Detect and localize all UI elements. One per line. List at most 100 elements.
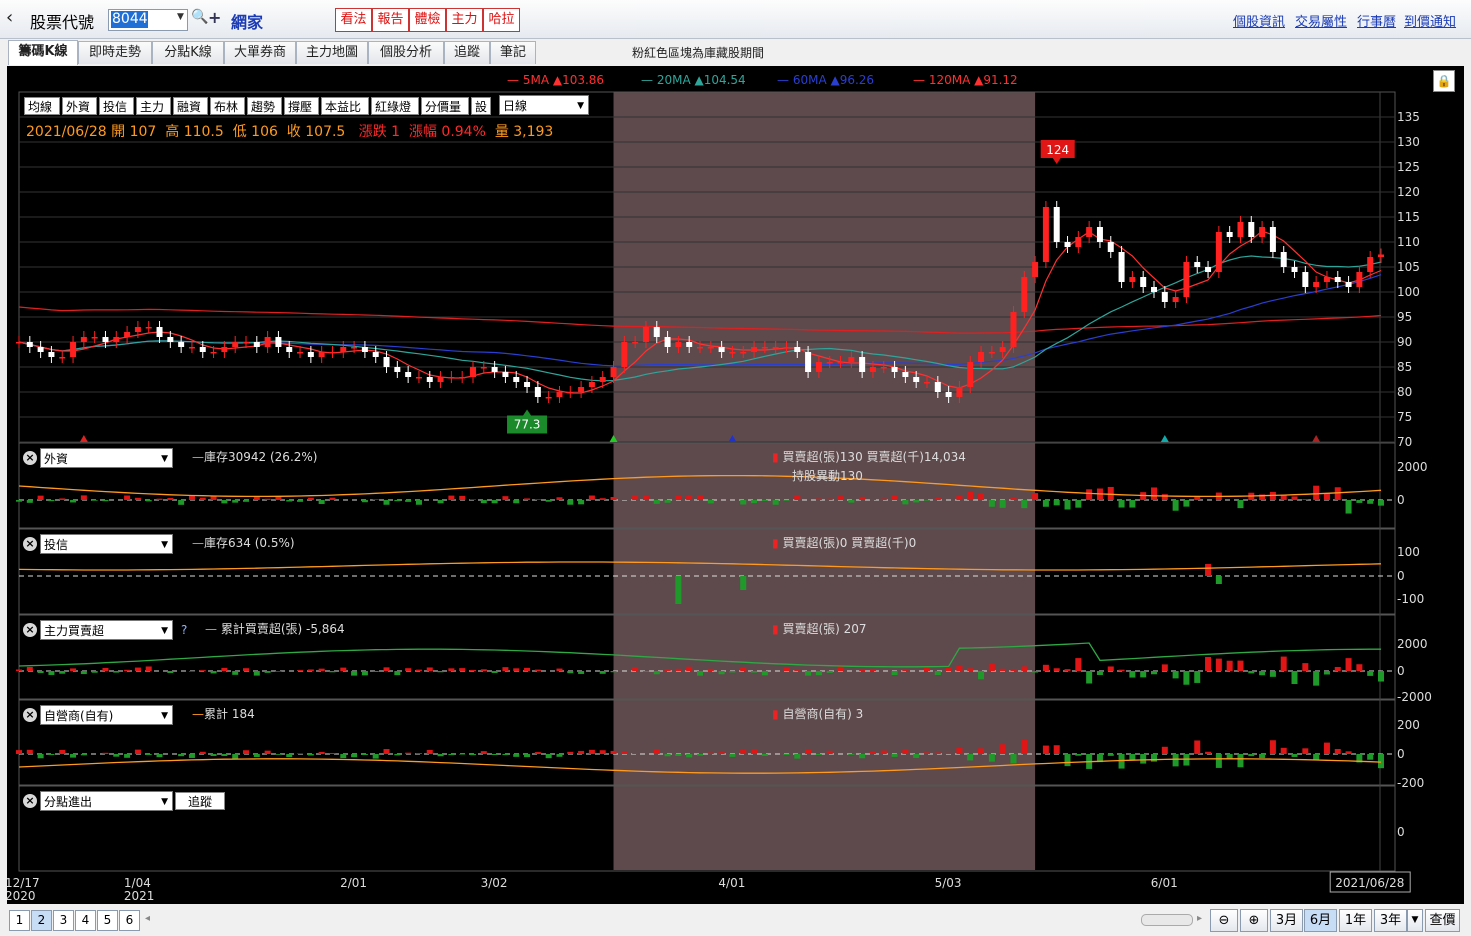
tab-track[interactable]: 追蹤 bbox=[444, 41, 490, 64]
high-label-text: 124 bbox=[1046, 143, 1069, 157]
stock-code-input[interactable]: 8044 bbox=[111, 11, 148, 28]
page-5-button[interactable]: 5 bbox=[97, 910, 118, 931]
candle-body bbox=[221, 347, 228, 352]
chart-area[interactable]: 70 75 80 85 90 95 100 105 110 115 120 125 130 135 124 7… bbox=[7, 66, 1464, 904]
candle-body bbox=[1378, 254, 1384, 257]
foreign-select[interactable]: 外資 ▼ bbox=[40, 448, 173, 468]
toolbar-button[interactable]: 均線 bbox=[24, 97, 60, 115]
search-icon[interactable]: 🔍 bbox=[191, 9, 208, 25]
close-trust-icon[interactable]: × bbox=[23, 537, 37, 551]
page-4-button[interactable]: 4 bbox=[75, 910, 96, 931]
range-1y-button[interactable]: 1年 bbox=[1339, 909, 1372, 932]
candle-body bbox=[718, 347, 725, 352]
tab-big-broker[interactable]: 大單券商 bbox=[224, 41, 296, 64]
sub-bar bbox=[1161, 746, 1168, 754]
help-icon[interactable]: ? bbox=[181, 623, 187, 637]
toolbar-button[interactable]: 撐壓 bbox=[284, 97, 319, 115]
add-icon[interactable]: + bbox=[208, 8, 221, 27]
sub-bar bbox=[16, 500, 22, 502]
sub-bar bbox=[751, 500, 758, 504]
page-2-button[interactable]: 2 bbox=[31, 910, 52, 931]
sub-bar bbox=[524, 754, 531, 758]
toolbar-button[interactable]: 趨勢 bbox=[247, 97, 282, 115]
candle-body bbox=[470, 367, 476, 377]
view-button[interactable]: 看法 bbox=[335, 8, 372, 32]
price-chart-svg[interactable]: 70 75 80 85 90 95 100 105 110 115 120 125 130 135 124 7… bbox=[7, 66, 1464, 904]
period-select[interactable]: 日線 ▼ bbox=[499, 95, 589, 115]
range-6m-button[interactable]: 6月 bbox=[1304, 909, 1337, 932]
price-tick-label: 105 bbox=[1397, 260, 1420, 274]
close-dealer-icon[interactable]: × bbox=[23, 708, 37, 722]
page-1-button[interactable]: 1 bbox=[9, 910, 30, 931]
back-arrow-icon[interactable]: ‹ bbox=[6, 8, 13, 28]
hala-button[interactable]: 哈拉 bbox=[483, 8, 520, 32]
range-3y-button[interactable]: 3年 bbox=[1374, 909, 1407, 932]
page-3-button[interactable]: 3 bbox=[53, 910, 74, 931]
sub-bar bbox=[956, 665, 963, 671]
scroll-left-icon[interactable]: ◂ bbox=[145, 913, 150, 924]
toolbar-button[interactable]: 本益比 bbox=[321, 97, 369, 115]
sub-bar bbox=[80, 495, 87, 500]
candle-body bbox=[1118, 252, 1125, 282]
query-button[interactable]: 查價 bbox=[1425, 909, 1460, 932]
toolbar-button[interactable]: 融資 bbox=[173, 97, 208, 115]
toolbar-button[interactable]: 投信 bbox=[99, 97, 134, 115]
close-foreign-icon[interactable]: × bbox=[23, 451, 37, 465]
close-branch-icon[interactable]: × bbox=[23, 794, 37, 808]
zoom-out-icon[interactable]: ⊖ bbox=[1210, 909, 1238, 932]
toolbar-button[interactable]: 主力 bbox=[136, 97, 171, 115]
toolbar-button[interactable]: 分價量 bbox=[421, 97, 469, 115]
branch-select[interactable]: 分點進出 ▼ bbox=[40, 791, 173, 811]
tab-branch-kline[interactable]: 分點K線 bbox=[152, 41, 224, 64]
tab-notes[interactable]: 筆記 bbox=[490, 41, 536, 64]
major-select[interactable]: 主力買賣超 ▼ bbox=[40, 620, 173, 640]
tab-major-map[interactable]: 主力地圖 bbox=[296, 41, 368, 64]
dealer-info: ▮ 自營商(自有) 3 bbox=[772, 707, 864, 721]
close-major-icon[interactable]: × bbox=[23, 623, 37, 637]
candle-body bbox=[599, 377, 606, 382]
sub-tick-label: 0 bbox=[1397, 825, 1405, 839]
toolbar-button[interactable]: 設 bbox=[471, 97, 491, 115]
sub-bar bbox=[1205, 656, 1212, 671]
sub-bar bbox=[210, 754, 217, 756]
price-tick-label: 135 bbox=[1397, 110, 1420, 124]
lock-icon[interactable]: 🔒 bbox=[1433, 70, 1455, 92]
candle-body bbox=[1086, 227, 1093, 237]
range-dropdown-icon[interactable]: ▼ bbox=[1407, 909, 1423, 932]
page-6-button[interactable]: 6 bbox=[119, 910, 140, 931]
candle-body bbox=[848, 357, 855, 362]
stock-info-link[interactable]: 個股資訊 bbox=[1233, 11, 1285, 30]
track-button[interactable]: 追蹤 bbox=[175, 792, 225, 810]
sub-bar bbox=[1205, 564, 1212, 576]
chevron-down-icon[interactable]: ▼ bbox=[177, 12, 184, 22]
tab-realtime[interactable]: 即時走勢 bbox=[78, 41, 152, 64]
toolbar-button[interactable]: 布林 bbox=[210, 97, 245, 115]
candle-body bbox=[697, 347, 703, 349]
toolbar-button[interactable]: 外資 bbox=[62, 97, 97, 115]
sub-bar bbox=[480, 669, 487, 671]
sub-bar bbox=[26, 500, 33, 503]
candle-body bbox=[426, 377, 433, 382]
tab-stock-analysis[interactable]: 個股分析 bbox=[368, 41, 444, 64]
zoom-in-icon[interactable]: ⊕ bbox=[1240, 909, 1268, 932]
scrollbar-thumb[interactable] bbox=[1141, 914, 1193, 926]
toolbar-button[interactable]: 紅綠燈 bbox=[371, 97, 419, 115]
range-3m-button[interactable]: 3月 bbox=[1270, 909, 1303, 932]
candle-body bbox=[307, 352, 314, 357]
trade-attr-link[interactable]: 交易屬性 bbox=[1295, 11, 1347, 30]
major-button[interactable]: 主力 bbox=[446, 8, 483, 32]
dealer-select[interactable]: 自營商(自有) ▼ bbox=[40, 705, 173, 725]
scroll-right-icon[interactable]: ▸ bbox=[1197, 913, 1202, 924]
calendar-link[interactable]: 行事曆 bbox=[1357, 11, 1396, 30]
price-alert-link[interactable]: 到價通知 bbox=[1404, 11, 1456, 30]
sub-bar bbox=[470, 669, 476, 671]
candle-body bbox=[988, 352, 995, 354]
stock-code-combobox[interactable]: 8044 ▼ bbox=[108, 9, 188, 31]
trust-select[interactable]: 投信 ▼ bbox=[40, 534, 173, 554]
sub-bar bbox=[491, 500, 498, 504]
sub-bar bbox=[502, 754, 509, 756]
candle-body bbox=[632, 342, 639, 344]
checkup-button[interactable]: 體檢 bbox=[409, 8, 446, 32]
tab-chip-kline[interactable]: 籌碼K線 bbox=[8, 40, 78, 65]
report-button[interactable]: 報告 bbox=[372, 8, 409, 32]
